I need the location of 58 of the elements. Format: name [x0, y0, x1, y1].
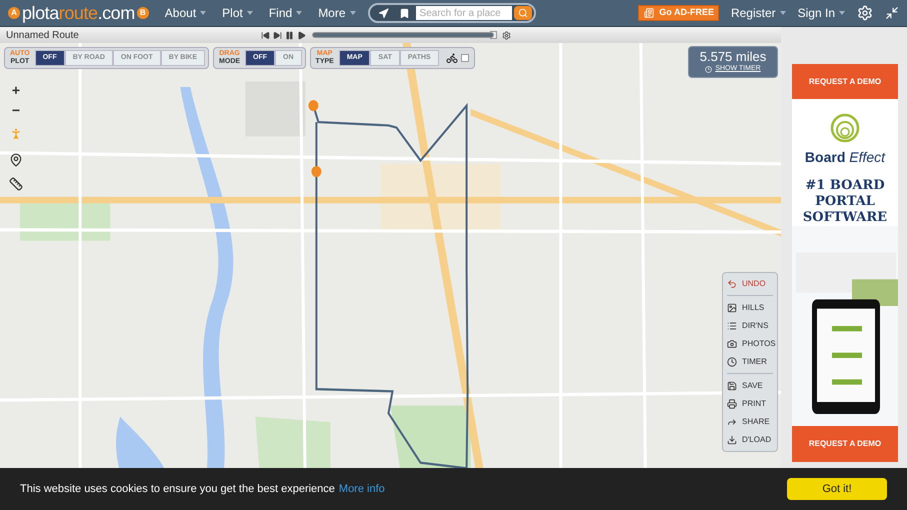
collapse-icon[interactable]	[885, 6, 899, 20]
clock-icon	[727, 357, 737, 367]
tool-button[interactable]: TIMER	[727, 355, 773, 369]
nav-menu[interactable]: More	[318, 4, 356, 22]
route-title: Unnamed Route	[6, 28, 80, 42]
ad-headline: #1 BOARD PORTAL SOFTWARE	[802, 178, 888, 226]
demo-button[interactable]: REQUEST A DEMO	[792, 64, 898, 99]
skip-forward-icon[interactable]	[273, 30, 282, 40]
list-icon	[727, 321, 737, 331]
site-logo[interactable]: A plotaroute.com B	[8, 4, 149, 22]
tool-button[interactable]: HILLS	[727, 301, 773, 315]
download-icon	[727, 435, 737, 445]
brand-name: Board Effect	[804, 148, 886, 167]
newspaper-icon	[643, 8, 656, 18]
zoom-button[interactable]: −	[7, 101, 25, 119]
distance-value: 5.575 miles	[700, 49, 766, 64]
pin-icon: A	[8, 7, 20, 19]
nav-menu[interactable]: Plot	[222, 4, 253, 22]
cookie-message: This website uses cookies to ensure you get the best experience	[20, 482, 335, 497]
image-icon	[727, 303, 737, 313]
account-menu[interactable]: Register	[730, 4, 786, 22]
printer-icon	[727, 399, 737, 409]
search-field[interactable]: Search for a place	[416, 6, 512, 20]
play-icon[interactable]	[297, 30, 306, 40]
undo-icon	[727, 279, 737, 289]
logo-text: .com	[98, 3, 135, 23]
search-icon	[518, 8, 528, 18]
tool-button[interactable]: PHOTOS	[727, 337, 773, 351]
logo-icon	[830, 113, 860, 143]
logo-text: plota	[22, 3, 59, 23]
pin-icon: B	[136, 7, 149, 19]
pause-icon[interactable]	[285, 30, 294, 40]
tool-button[interactable]: SHARE	[727, 415, 773, 429]
more-info-link[interactable]: More info	[338, 480, 385, 498]
locate-icon[interactable]	[378, 8, 389, 18]
tool-button[interactable]: PRINT	[727, 397, 773, 411]
clock-icon	[705, 66, 712, 73]
nav-menu[interactable]: Find	[268, 4, 302, 22]
tool-button[interactable]: D'LOAD	[727, 433, 773, 447]
bike-icon	[446, 52, 458, 64]
bookmark-icon[interactable]	[398, 8, 410, 18]
pin-icon[interactable]	[9, 153, 23, 167]
ruler-icon[interactable]	[9, 177, 23, 191]
tool-button[interactable]: DIR'NS	[727, 319, 773, 333]
skip-back-icon[interactable]	[261, 30, 270, 40]
bike-layer-checkbox[interactable]	[460, 54, 469, 62]
tool-button[interactable]: SAVE	[727, 379, 773, 393]
nav-menu[interactable]: About	[164, 4, 206, 22]
camera-icon	[727, 339, 737, 349]
forward-arrow-icon	[727, 417, 737, 427]
account-menu[interactable]: Sign In	[798, 4, 845, 22]
zoom-button[interactable]: +	[7, 81, 25, 99]
logo-text: route	[58, 3, 98, 23]
settings-icon[interactable]	[502, 30, 511, 40]
search-button[interactable]	[514, 6, 532, 20]
accept-button[interactable]: Got it!	[787, 478, 887, 500]
demo-button[interactable]: REQUEST A DEMO	[792, 426, 898, 462]
tool-button[interactable]: UNDO	[727, 277, 773, 291]
